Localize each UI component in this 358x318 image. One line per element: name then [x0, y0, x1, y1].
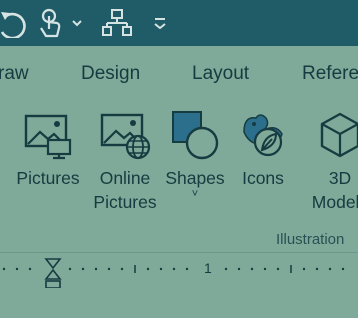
- org-chart-button[interactable]: [102, 6, 132, 40]
- online-pictures-icon: [100, 113, 151, 160]
- ribbon-divider: [0, 252, 358, 253]
- pictures-icon: [24, 114, 72, 160]
- tab-draw[interactable]: raw: [0, 63, 29, 85]
- online-pictures-label-line2: Pictures: [93, 192, 157, 212]
- touch-mode-icon: [40, 8, 61, 38]
- shapes-button[interactable]: Shapes ˅: [162, 110, 228, 200]
- icons-icon: [243, 114, 283, 157]
- ribbon-tabs: raw Design Layout Refere: [0, 46, 358, 102]
- 3d-models-button[interactable]: 3D Models: [300, 110, 358, 214]
- tab-references[interactable]: Refere: [302, 63, 358, 85]
- 3d-models-icon: [320, 112, 358, 158]
- icons-button[interactable]: Icons: [234, 110, 292, 190]
- customize-toolbar-button[interactable]: [150, 6, 170, 40]
- illustrations-group-label: Illustration: [276, 231, 345, 248]
- online-pictures-button[interactable]: Online Pictures: [92, 110, 158, 214]
- shapes-dropdown-arrow[interactable]: ˅: [192, 188, 198, 200]
- redo-button[interactable]: [0, 6, 30, 40]
- 3d-models-label-line2: Models: [311, 192, 358, 212]
- customize-toolbar-icon: [154, 18, 166, 30]
- icons-label: Icons: [242, 168, 284, 188]
- shapes-label: Shapes: [165, 168, 225, 188]
- ribbon-illustrations-group: Pictures Online Pictures Shapes ˅ Icons …: [0, 102, 358, 252]
- left-indent-marker: [45, 280, 61, 289]
- online-pictures-label-line1: Online: [99, 168, 151, 188]
- ruler-dots: [2, 267, 345, 271]
- tab-layout[interactable]: Layout: [192, 63, 249, 85]
- redo-icon: [0, 12, 26, 38]
- hanging-indent-marker: [44, 268, 62, 280]
- tab-design[interactable]: Design: [81, 63, 140, 85]
- quick-access-toolbar: [0, 0, 358, 46]
- ruler-number: 1: [204, 260, 212, 276]
- 3d-models-label-line1: 3D: [328, 168, 352, 188]
- ruler-ticks: [2, 258, 345, 289]
- touch-mode-button[interactable]: [36, 6, 66, 40]
- touch-mode-dropdown[interactable]: [70, 6, 84, 40]
- pictures-label: Pictures: [16, 168, 80, 188]
- first-line-indent-marker: [44, 258, 62, 270]
- dropdown-arrow-icon: [72, 20, 82, 27]
- document-area: [0, 288, 358, 318]
- org-chart-icon: [102, 9, 132, 36]
- horizontal-ruler[interactable]: 1: [0, 254, 358, 289]
- pictures-button[interactable]: Pictures: [10, 110, 86, 190]
- shapes-icon: [172, 111, 219, 160]
